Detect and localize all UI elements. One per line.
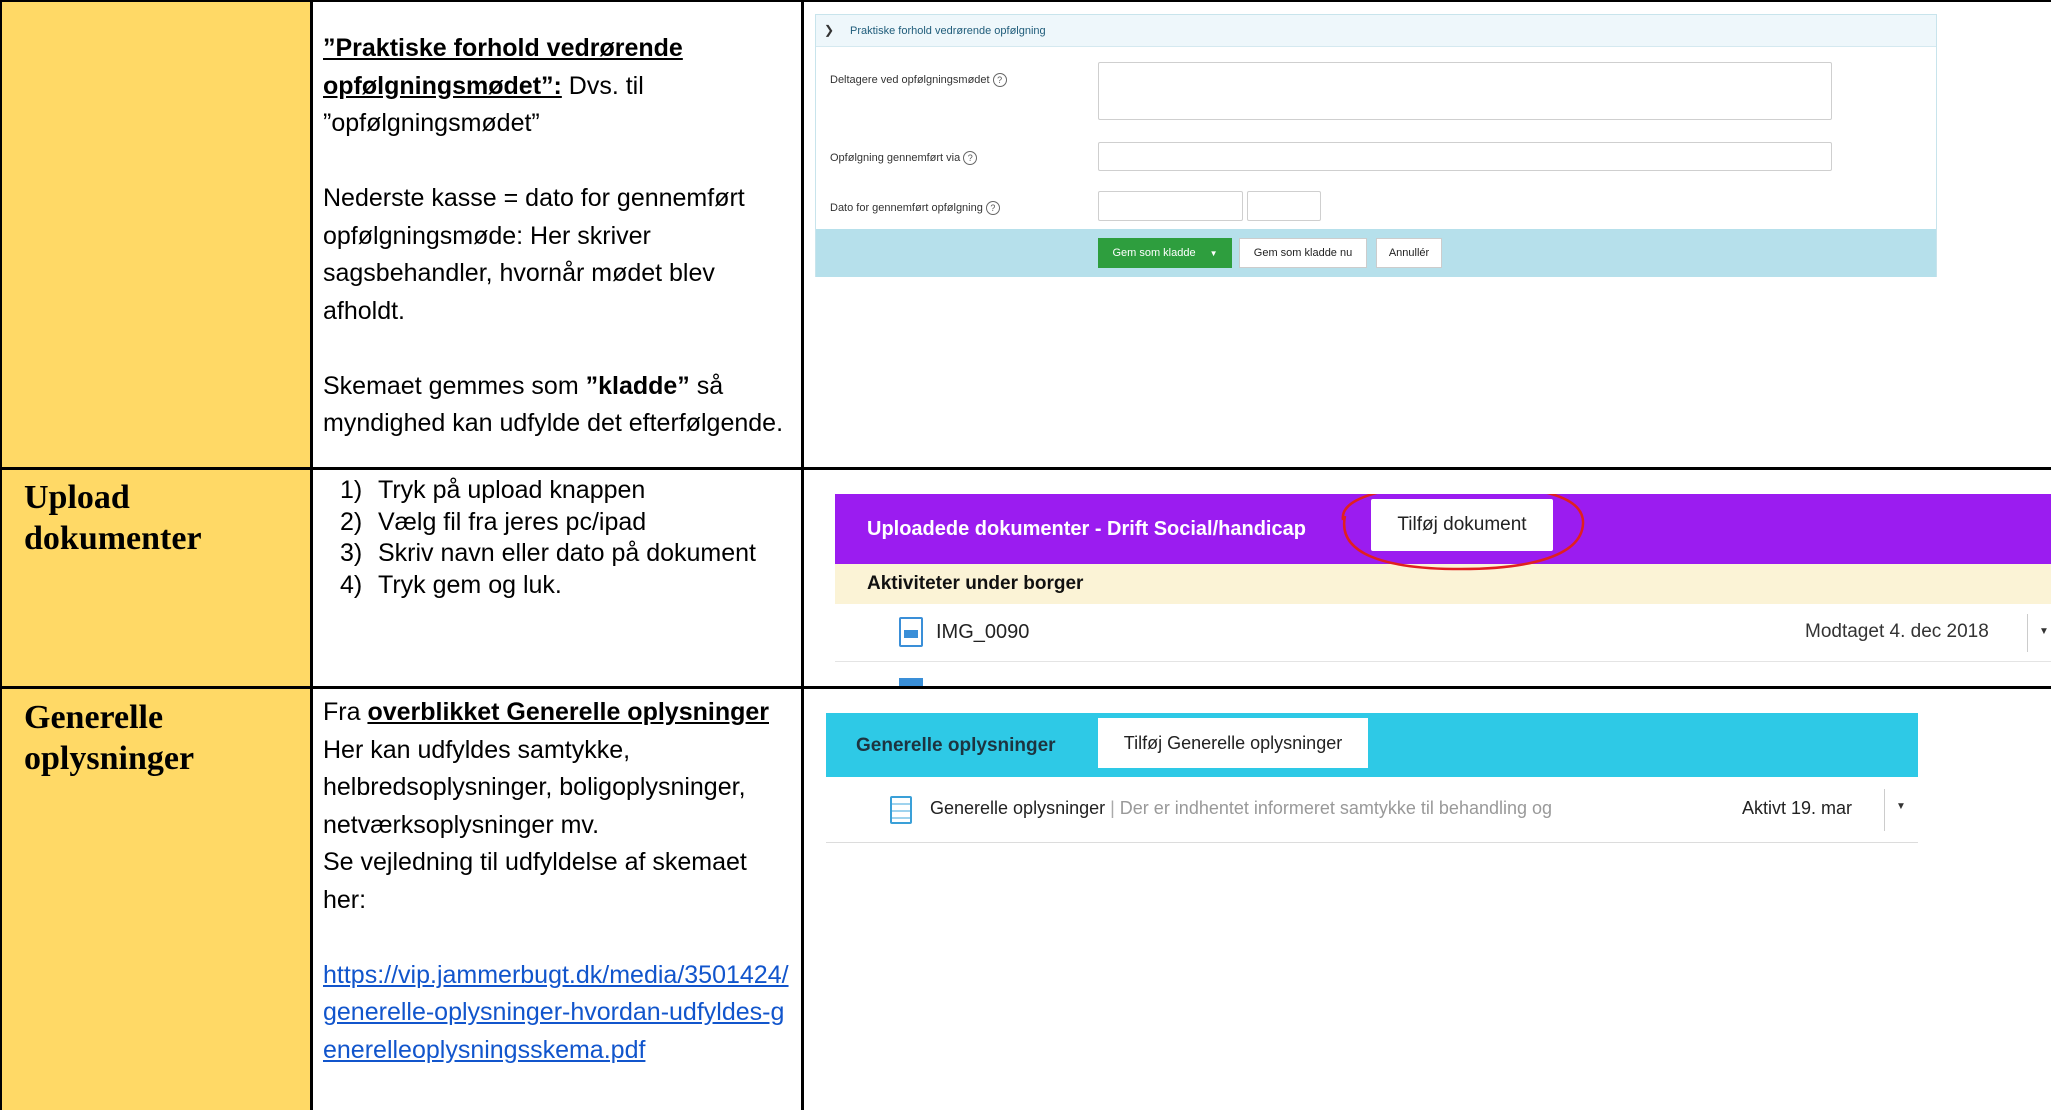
row1-desc-p1: ”Praktiske forhold vedrørende opfølgning… xyxy=(323,30,793,143)
caret-down-icon: ▼ xyxy=(1209,248,1218,258)
add-general-info-button[interactable]: Tilføj Generelle oplysninger xyxy=(1098,718,1368,768)
document-list-icon xyxy=(890,796,912,824)
general-info-header: Generelle oplysninger Tilføj Generelle o… xyxy=(826,713,1918,777)
row1-desc-p2: Nederste kasse = dato for gennemført opf… xyxy=(323,184,745,325)
general-info-item: Generelle oplysninger | Der er indhentet… xyxy=(930,798,1553,818)
list-item: 3) Skriv navn eller dato på dokument xyxy=(340,539,756,567)
highlight-circle xyxy=(1341,494,1585,571)
general-info-row[interactable]: Generelle oplysninger | Der er indhentet… xyxy=(826,777,1918,843)
upload-panel-title: Uploadede dokumenter - Drift Social/hand… xyxy=(867,518,1306,540)
general-info-item-name[interactable]: Generelle oplysninger xyxy=(930,798,1105,818)
list-item: 2) Vælg fil fra jeres pc/ipad xyxy=(340,507,647,536)
help-icon[interactable]: ? xyxy=(985,201,1000,215)
help-icon[interactable]: ? xyxy=(963,151,978,165)
cancel-button[interactable]: Annullér xyxy=(1376,238,1442,268)
list-item: 1) Tryk på upload knappen xyxy=(340,476,646,504)
table-divider-col1 xyxy=(310,0,313,1110)
save-draft-button[interactable]: Gem som kladde ▼ xyxy=(1098,238,1232,268)
field-date-label: Dato for gennemført opfølgning? xyxy=(830,201,1000,215)
row1-desc-p3: Skemaet gemmes som ”kladde” så myndighed… xyxy=(323,371,784,438)
save-draft-now-button[interactable]: Gem som kladde nu xyxy=(1239,238,1367,268)
general-info-status: Aktivt 19. mar xyxy=(1742,798,1853,818)
row-divider xyxy=(2027,614,2028,652)
participants-textarea[interactable] xyxy=(1098,62,1832,120)
row3-line3: Se vejledning til udfyldelse af skemaet … xyxy=(323,848,747,914)
table-divider-col2 xyxy=(801,0,804,1110)
document-row[interactable]: IMG_0090 Modtaget 4. dec 2018 ▼ xyxy=(835,604,2051,662)
table-divider-row1 xyxy=(0,467,2051,470)
method-input[interactable] xyxy=(1098,142,1832,171)
document-status: Modtaget 4. dec 2018 xyxy=(1805,621,1989,642)
general-info-item-desc: Der er indhentet informeret samtykke til… xyxy=(1119,798,1553,818)
row-divider xyxy=(1884,789,1885,831)
followup-form-screenshot: ❯ Praktiske forhold vedrørende opfølgnin… xyxy=(815,14,1937,277)
table-divider-row2 xyxy=(0,686,2051,689)
general-info-screenshot: Generelle oplysninger Tilføj Generelle o… xyxy=(826,713,1918,844)
guide-link[interactable]: https://vip.jammerbugt.dk/media/3501424/… xyxy=(323,957,793,1070)
row3-intro: Fra overblikket Generelle oplysninger xyxy=(323,698,769,726)
form-section-title: Praktiske forhold vedrørende opfølgning xyxy=(850,25,1046,37)
table-border-top xyxy=(0,0,2051,2)
row2-heading: Upload dokumenter xyxy=(24,479,202,557)
upload-steps-list: 1) Tryk på upload knappen 2) Vælg fil fra … xyxy=(323,475,783,601)
time-input[interactable] xyxy=(1247,191,1321,221)
caret-down-icon[interactable]: ▼ xyxy=(1896,801,1906,812)
row3-heading: Generelle oplysninger xyxy=(24,699,195,777)
row3-description: Fra overblikket Generelle oplysninger He… xyxy=(323,694,793,1069)
form-action-bar: Gem som kladde ▼ Gem som kladde nu Annul… xyxy=(816,229,1936,277)
chevron-down-icon: ❯ xyxy=(824,23,835,37)
next-document-icon xyxy=(899,678,923,686)
form-section-header[interactable]: ❯ Praktiske forhold vedrørende opfølgnin… xyxy=(816,15,1936,47)
row3-line2: Her kan udfyldes samtykke, helbredsoplys… xyxy=(323,735,746,839)
table-border-left xyxy=(0,0,2,1110)
field-method-label: Opfølgning gennemført via? xyxy=(830,151,978,165)
row1-description: ”Praktiske forhold vedrørende opfølgning… xyxy=(323,30,793,443)
row1-heading-cell xyxy=(0,0,312,469)
document-name[interactable]: IMG_0090 xyxy=(936,621,1029,644)
list-item: 4) Tryk gem og luk. xyxy=(340,570,562,599)
field-participants-label: Deltagere ved opfølgningsmødet? xyxy=(830,73,1007,87)
document-file-icon xyxy=(899,617,923,647)
date-input[interactable] xyxy=(1098,191,1243,221)
upload-documents-screenshot: Uploadede dokumenter - Drift Social/hand… xyxy=(835,494,2051,686)
general-info-title: Generelle oplysninger xyxy=(856,735,1056,756)
help-icon[interactable]: ? xyxy=(992,73,1007,87)
caret-down-icon[interactable]: ▼ xyxy=(2039,626,2049,637)
